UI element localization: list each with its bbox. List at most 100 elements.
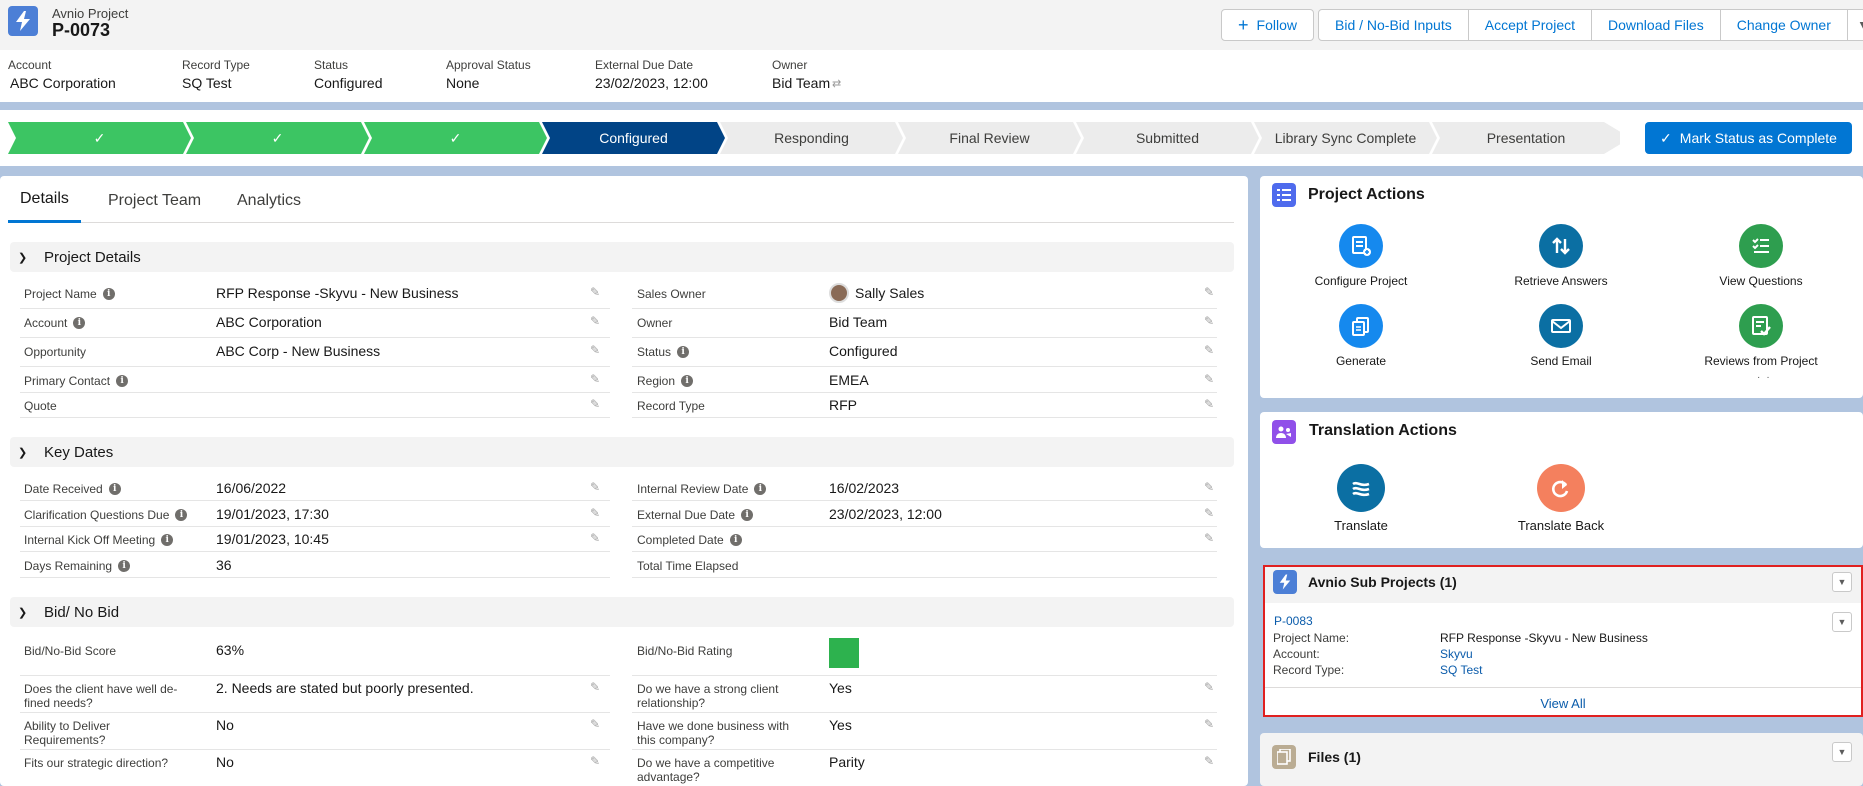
sub-projects-title[interactable]: Avnio Sub Projects (1) [1308,574,1457,590]
path-stage-final-review[interactable]: Final Review [898,122,1081,154]
pencil-icon[interactable]: ✎ [1204,314,1214,328]
path-stage-submitted[interactable]: Submitted [1076,122,1259,154]
pencil-icon[interactable]: ✎ [590,285,600,299]
info-icon[interactable]: i [681,375,694,387]
info-icon[interactable]: i [102,288,115,300]
pencil-icon[interactable]: ✎ [1204,717,1214,731]
path-stage-responding[interactable]: Responding [720,122,903,154]
project_details-left-label-3: Primary Contact i [24,374,204,388]
pencil-icon[interactable]: ✎ [590,754,600,768]
generate-action[interactable]: Generate [1286,304,1436,368]
sub-project-record-link[interactable]: P-0083 [1274,614,1313,628]
mark-status-complete-button[interactable]: ✓ Mark Status as Complete [1645,122,1852,154]
change-owner-button[interactable]: Change Owner [1721,10,1848,40]
path-stage-presentation[interactable]: Presentation [1432,122,1620,154]
pencil-icon[interactable]: ✎ [1204,372,1214,386]
project_details-left-value-1[interactable]: ABC Corporation [216,314,322,330]
header-fields [0,50,1863,102]
path-stage-complete-1[interactable]: ✓ [8,122,191,154]
download-files-button[interactable]: Download Files [1592,10,1721,40]
pencil-icon[interactable]: ✎ [1204,480,1214,494]
pencil-icon[interactable]: ✎ [590,372,600,386]
section-project-details[interactable]: ❯ Project Details [10,242,1234,272]
sub-project-account-link[interactable]: Skyvu [1440,647,1473,661]
translate-back-action[interactable]: Translate Back [1486,464,1636,533]
pencil-icon[interactable]: ✎ [1204,680,1214,694]
key_dates-right-label-3: Total Time Elapsed [637,559,817,573]
more-actions-button[interactable]: ▼ [1848,10,1863,40]
pencil-icon[interactable]: ✎ [1204,397,1214,411]
tab-analytics[interactable]: Analytics [237,178,301,223]
chevron-down-icon: ▼ [1837,617,1847,627]
retrieve-answers-action[interactable]: Retrieve Answers [1486,224,1636,288]
sub-project-row-menu-button[interactable]: ▼ [1832,612,1852,632]
field-divider [20,526,610,527]
field-label: Quote [24,399,57,413]
send-email-action[interactable]: Send Email [1486,304,1636,368]
section-bid-no-bid[interactable]: ❯ Bid/ No Bid [10,597,1234,627]
pencil-icon[interactable]: ✎ [1204,343,1214,357]
pencil-icon[interactable]: ✎ [590,680,600,694]
info-icon[interactable]: i [73,317,86,329]
sub-projects-menu-button[interactable]: ▼ [1832,572,1852,592]
info-icon[interactable]: i [754,483,767,495]
info-icon[interactable]: i [175,509,188,521]
follow-button[interactable]: + Follow [1222,10,1313,40]
header-record-type-label: Record Type [182,58,250,72]
info-icon[interactable]: i [161,534,174,546]
tab-project-team[interactable]: Project Team [108,178,201,223]
pencil-icon[interactable]: ✎ [590,343,600,357]
bid-left-label-2: Ability to Deliver Requirements? [24,719,184,747]
accept-project-button[interactable]: Accept Project [1469,10,1592,40]
path-stage-library-sync[interactable]: Library Sync Complete [1254,122,1437,154]
field-divider [20,551,610,552]
field-divider [20,577,610,578]
translation-actions-title: Translation Actions [1309,422,1457,439]
email-icon [1539,304,1583,348]
chevron-down-icon: ❯ [18,446,28,459]
lightning-icon [1273,570,1297,594]
path-stage-complete-2[interactable]: ✓ [186,122,369,154]
info-icon[interactable]: i [741,509,754,521]
header-account-link[interactable]: ABC Corporation [10,75,116,91]
pencil-icon[interactable]: ✎ [590,506,600,520]
info-icon[interactable]: i [118,560,131,572]
field-divider [632,337,1217,338]
info-icon[interactable]: i [108,483,121,495]
sub-project-account-label: Account: [1273,647,1320,661]
bid-inputs-button[interactable]: Bid / No-Bid Inputs [1319,10,1469,40]
pencil-icon[interactable]: ✎ [590,397,600,411]
pencil-icon[interactable]: ✎ [590,480,600,494]
sub-project-name-value: RFP Response -Skyvu - New Business [1440,631,1648,645]
project_details-left-value-2[interactable]: ABC Corp - New Business [216,343,380,359]
configure-project-action[interactable]: Configure Project [1286,224,1436,288]
header-record-type-value: SQ Test [182,75,232,91]
sub-project-record-type-link[interactable]: SQ Test [1440,663,1482,677]
project_details-right-value-0[interactable]: Sally Sales [855,285,924,301]
info-icon[interactable]: i [677,346,690,358]
translate-action[interactable]: Translate [1286,464,1436,533]
section-key-dates[interactable]: ❯ Key Dates [10,437,1234,467]
field-divider [632,712,1217,713]
view-questions-action[interactable]: View Questions [1686,224,1836,288]
pencil-icon[interactable]: ✎ [590,531,600,545]
files-title[interactable]: Files (1) [1308,749,1361,765]
pencil-icon[interactable]: ✎ [590,314,600,328]
view-all-link[interactable]: View All [1265,696,1861,711]
reviews-from-project-action[interactable]: Reviews from Project [1686,304,1836,368]
path-stage-configured[interactable]: Configured [542,122,725,154]
field-label: Owner [637,316,673,330]
path-stage-complete-3[interactable]: ✓ [364,122,547,154]
files-menu-button[interactable]: ▼ [1832,742,1852,762]
pencil-icon[interactable]: ✎ [590,717,600,731]
info-icon[interactable]: i [729,534,742,546]
change-owner-icon[interactable]: ⇄ [832,77,841,90]
tab-details[interactable]: Details [8,178,81,223]
info-icon[interactable]: i [116,375,129,387]
check-icon: ✓ [1660,129,1672,146]
pencil-icon[interactable]: ✎ [1204,506,1214,520]
field-label: Region [637,374,676,388]
pencil-icon[interactable]: ✎ [1204,285,1214,299]
pencil-icon[interactable]: ✎ [1204,754,1214,768]
pencil-icon[interactable]: ✎ [1204,531,1214,545]
